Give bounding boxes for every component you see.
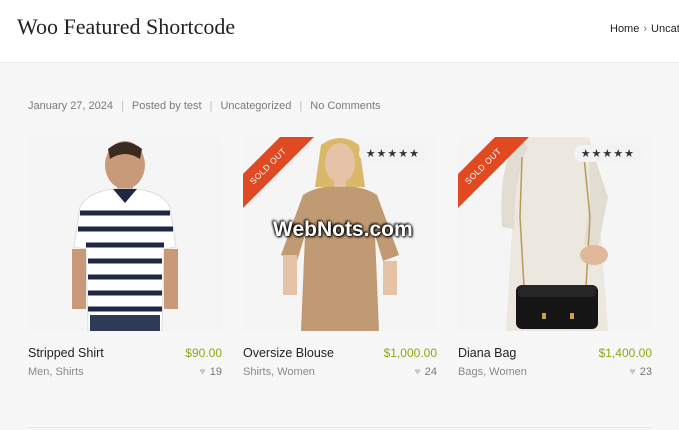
divider (28, 427, 651, 428)
product-categories[interactable]: Shirts, Women (243, 366, 315, 378)
product-price: $1,400.00 (598, 346, 652, 360)
product-name[interactable]: Diana Bag (458, 346, 516, 360)
heart-icon: ♥ (629, 366, 636, 378)
chevron-right-icon: › (643, 23, 648, 35)
product-likes[interactable]: ♥ 23 (629, 366, 652, 378)
product-image[interactable] (28, 137, 222, 331)
rating-stars: ★★★★★ (573, 145, 642, 162)
likes-count: 19 (209, 366, 222, 378)
product-categories[interactable]: Men, Shirts (28, 366, 84, 378)
rating-stars: ★★★★★ (358, 145, 427, 162)
likes-count: 23 (639, 366, 652, 378)
product-likes[interactable]: ♥ 19 (199, 366, 222, 378)
heart-icon: ♥ (199, 366, 206, 378)
product-card[interactable]: SOLD OUT ★★★★★ Diana Bag $1,400.00 Bags,… (458, 137, 652, 378)
breadcrumb-current: Uncate (651, 23, 679, 35)
post-date: January 27, 2024 (28, 100, 114, 112)
post-meta: January 27, 2024 | Posted by test | Uncatego… (28, 100, 381, 112)
breadcrumb-home[interactable]: Home (610, 23, 639, 35)
product-card[interactable]: Stripped Shirt $90.00 Men, Shirts ♥ 19 (28, 137, 222, 378)
striped-shirt-photo (28, 137, 222, 331)
product-name[interactable]: Oversize Blouse (243, 346, 334, 360)
product-price: $90.00 (185, 346, 222, 360)
site-title[interactable]: Woo Featured Shortcode (17, 14, 235, 40)
likes-count: 24 (424, 366, 437, 378)
product-categories[interactable]: Bags, Women (458, 366, 527, 378)
product-likes[interactable]: ♥ 24 (414, 366, 437, 378)
post-category-link[interactable]: Uncategorized (220, 100, 291, 112)
webnots-watermark: WebNots.com (273, 218, 413, 241)
site-header: Woo Featured Shortcode Home ›Uncate (0, 0, 679, 63)
product-name[interactable]: Stripped Shirt (28, 346, 104, 360)
post-comments-link[interactable]: No Comments (310, 100, 380, 112)
heart-icon: ♥ (414, 366, 421, 378)
product-price: $1,000.00 (383, 346, 437, 360)
breadcrumb: Home ›Uncate (610, 23, 679, 35)
product-image[interactable]: SOLD OUT ★★★★★ (458, 137, 652, 331)
post-author[interactable]: Posted by test (132, 100, 202, 112)
